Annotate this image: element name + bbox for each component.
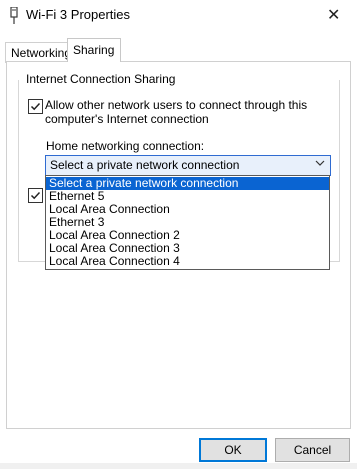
- title-bar: Wi-Fi 3 Properties ✕: [0, 0, 357, 32]
- home-connection-select[interactable]: Select a private network connection: [45, 155, 331, 176]
- home-networking-label: Home networking connection:: [46, 139, 205, 153]
- close-button[interactable]: ✕: [311, 0, 357, 32]
- checkmark-icon: [30, 102, 41, 111]
- close-icon: ✕: [327, 7, 341, 24]
- tab-networking[interactable]: Networking: [5, 42, 75, 63]
- group-label: Internet Connection Sharing: [24, 72, 178, 86]
- window-title: Wi-Fi 3 Properties: [26, 7, 131, 22]
- allow-sharing-checkbox[interactable]: [28, 99, 43, 114]
- ok-button[interactable]: OK: [199, 438, 267, 462]
- cancel-button[interactable]: Cancel: [275, 438, 350, 462]
- bottom-edge: [0, 463, 357, 469]
- select-value: Select a private network connection: [50, 158, 240, 172]
- allow-control-checkbox[interactable]: [28, 188, 43, 203]
- allow-sharing-label[interactable]: Allow other network users to connect thr…: [45, 98, 315, 126]
- chevron-down-icon: [315, 158, 325, 171]
- dropdown-option[interactable]: Local Area Connection 4: [46, 255, 329, 268]
- home-connection-dropdown-list: Select a private network connection Ethe…: [45, 175, 330, 270]
- checkmark-icon: [30, 191, 41, 200]
- network-adapter-icon: [7, 6, 21, 25]
- tab-sharing[interactable]: Sharing: [67, 38, 121, 62]
